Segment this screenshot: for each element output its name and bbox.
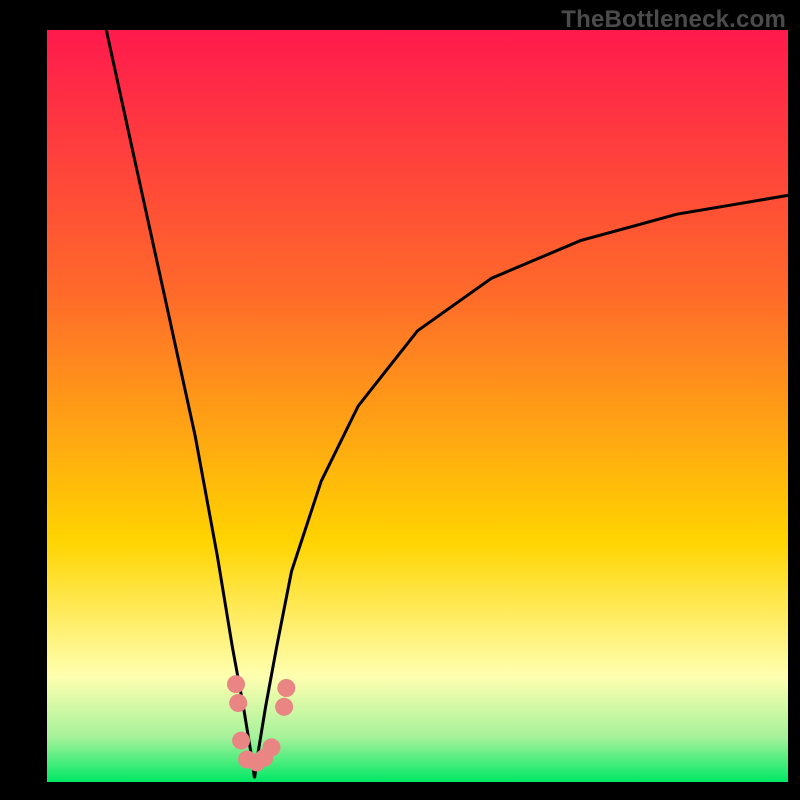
data-marker <box>277 679 295 697</box>
plot-area <box>47 30 788 782</box>
chart-svg <box>47 30 788 782</box>
chart-frame: TheBottleneck.com <box>0 0 800 800</box>
data-marker <box>275 698 293 716</box>
data-marker <box>227 675 245 693</box>
data-marker <box>232 732 250 750</box>
data-marker <box>229 694 247 712</box>
gradient-background <box>47 30 788 782</box>
data-marker <box>263 738 281 756</box>
